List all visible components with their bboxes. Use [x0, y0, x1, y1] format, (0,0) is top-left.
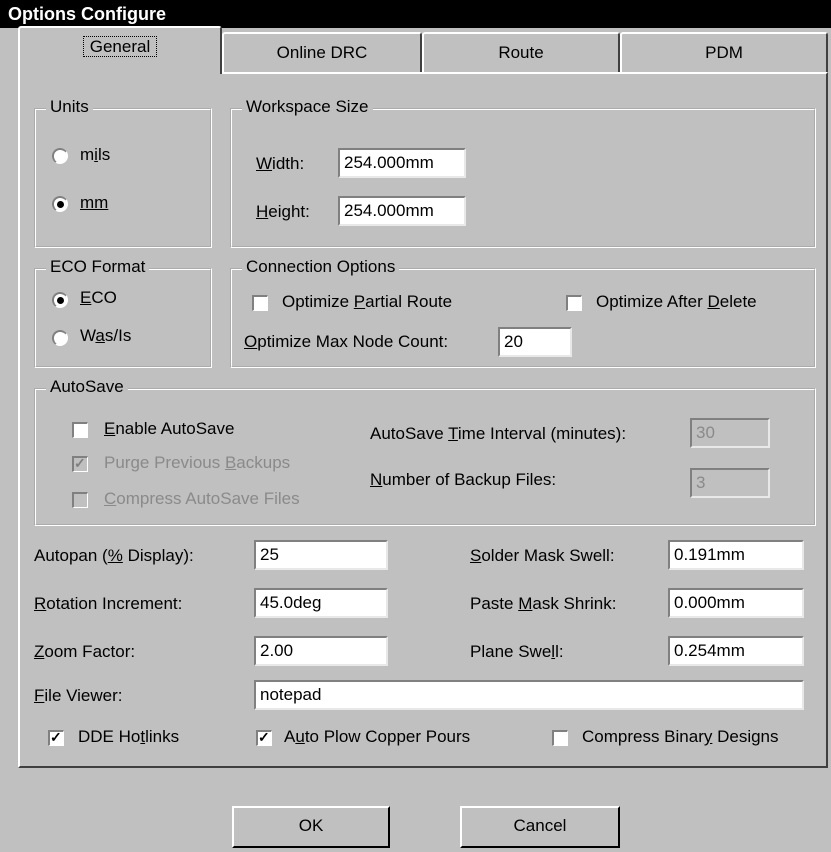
tab-online-drc-label: Online DRC [276, 43, 368, 62]
title-bar[interactable]: Options Configure [0, 0, 831, 28]
optimize-partial-route-label: Optimize Partial Route [282, 292, 453, 311]
eco-label: ECO [80, 288, 117, 307]
compress-binary-designs-label: Compress Binary Designs [582, 727, 779, 746]
mils-radio[interactable] [52, 148, 68, 164]
plane-swell-label: Plane Swell: [470, 642, 564, 661]
zoom-factor-label: Zoom Factor: [34, 642, 136, 661]
purge-check-icon: ✓ [74, 455, 86, 471]
eco-format-group-title: ECO Format [46, 257, 150, 277]
autopan-label: Autopan (% Display): [34, 546, 194, 565]
dde-check-icon: ✓ [50, 729, 62, 745]
was-is-radio[interactable] [52, 330, 68, 346]
workspace-size-group-title: Workspace Size [242, 97, 373, 117]
autosave-time-interval-input[interactable]: 30 [690, 418, 770, 448]
autopan-input[interactable]: 25 [254, 540, 388, 570]
paste-mask-shrink-label: Paste Mask Shrink: [470, 594, 617, 613]
ok-button[interactable]: OK [232, 806, 390, 848]
optimize-max-node-count-input[interactable]: 20 [498, 327, 572, 357]
auto-plow-copper-pours-checkbox[interactable]: ✓ [256, 729, 272, 746]
mm-radio[interactable] [52, 196, 68, 212]
height-label: Height: [256, 202, 310, 221]
autosave-group-title: AutoSave [46, 377, 128, 397]
tab-online-drc[interactable]: Online DRC [222, 32, 422, 72]
mils-label: mils [80, 145, 111, 164]
solder-mask-swell-label: Solder Mask Swell: [470, 546, 615, 565]
units-group: Units [34, 97, 212, 248]
options-configure-dialog: Options Configure General Online DRC Rou… [0, 0, 831, 852]
optimize-after-delete-label: Optimize After Delete [596, 292, 757, 311]
optimize-max-node-count-label: Optimize Max Node Count: [244, 332, 449, 351]
paste-mask-shrink-input[interactable]: 0.000mm [668, 588, 804, 618]
rotation-increment-input[interactable]: 45.0deg [254, 588, 388, 618]
optimize-partial-route-checkbox[interactable] [252, 295, 268, 311]
tab-route[interactable]: Route [422, 32, 620, 72]
mm-label: mm [80, 193, 109, 212]
workspace-size-group: Workspace Size [230, 97, 816, 248]
rotation-increment-label: Rotation Increment: [34, 594, 183, 613]
compress-autosave-files-label: Compress AutoSave Files [104, 489, 300, 508]
was-is-label: Was/Is [80, 326, 132, 345]
connection-options-group-title: Connection Options [242, 257, 400, 277]
zoom-factor-input[interactable]: 2.00 [254, 636, 388, 666]
tab-pdm-label: PDM [705, 43, 743, 62]
tab-general-label: General [82, 36, 158, 57]
units-group-title: Units [46, 97, 93, 117]
dde-hotlinks-label: DDE Hotlinks [78, 727, 180, 746]
tab-pdm[interactable]: PDM [620, 32, 828, 72]
autosave-time-interval-label: AutoSave Time Interval (minutes): [370, 424, 627, 443]
width-label: Width: [256, 154, 305, 173]
compress-autosave-files-checkbox[interactable] [72, 492, 88, 508]
file-viewer-label: File Viewer: [34, 686, 123, 705]
plane-swell-input[interactable]: 0.254mm [668, 636, 804, 666]
enable-autosave-checkbox[interactable] [72, 422, 88, 438]
auto-plow-copper-pours-label: Auto Plow Copper Pours [284, 727, 471, 746]
file-viewer-input[interactable]: notepad [254, 680, 804, 710]
purge-previous-backups-checkbox[interactable]: ✓ [72, 455, 88, 472]
plow-check-icon: ✓ [258, 729, 270, 745]
tab-route-label: Route [498, 43, 544, 62]
dde-hotlinks-checkbox[interactable]: ✓ [48, 729, 64, 746]
window-title: Options Configure [8, 4, 166, 24]
optimize-after-delete-checkbox[interactable] [566, 295, 582, 311]
purge-previous-backups-label: Purge Previous Backups [104, 453, 291, 472]
number-of-backup-files-label: Number of Backup Files: [370, 470, 557, 489]
enable-autosave-label: Enable AutoSave [104, 419, 235, 438]
number-of-backup-files-input[interactable]: 3 [690, 468, 770, 498]
tab-general[interactable]: General [18, 26, 222, 74]
compress-binary-designs-checkbox[interactable] [552, 730, 568, 746]
solder-mask-swell-input[interactable]: 0.191mm [668, 540, 804, 570]
mm-radio-selected-dot [57, 201, 64, 208]
eco-format-group: ECO Format [34, 257, 212, 368]
eco-radio[interactable] [52, 292, 68, 308]
height-input[interactable]: 254.000mm [338, 196, 466, 226]
cancel-button[interactable]: Cancel [460, 806, 620, 848]
width-input[interactable]: 254.000mm [338, 148, 466, 178]
eco-radio-selected-dot [57, 297, 64, 304]
